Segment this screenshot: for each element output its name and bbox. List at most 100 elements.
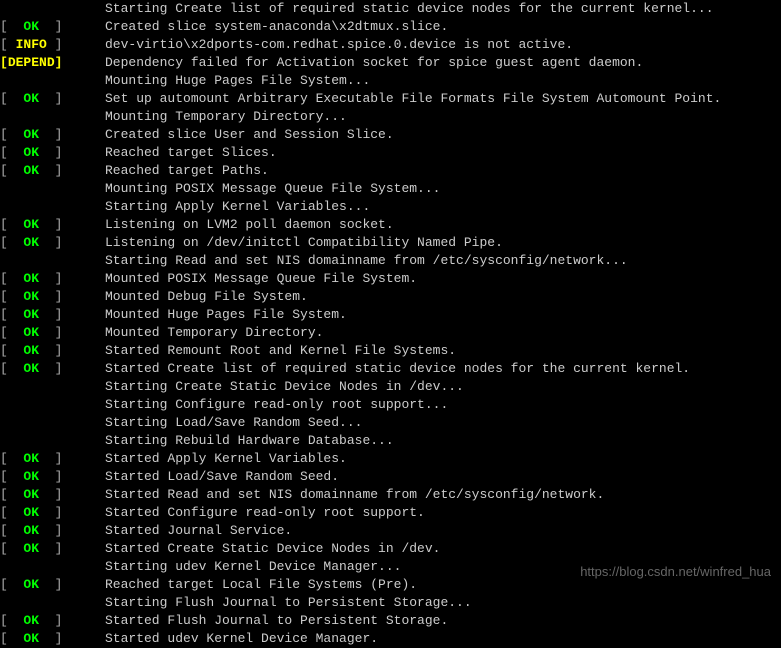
log-status-prefix: [ OK ] (0, 126, 105, 144)
log-message: Reached target Slices. (105, 144, 277, 162)
log-status-prefix: [ OK ] (0, 234, 105, 252)
log-line: [ OK ] Started Flush Journal to Persiste… (0, 612, 781, 630)
log-line: [ OK ] Mounted Debug File System. (0, 288, 781, 306)
log-status-prefix: [ OK ] (0, 360, 105, 378)
log-status-prefix: [ OK ] (0, 270, 105, 288)
watermark-text: https://blog.csdn.net/winfred_hua (580, 563, 771, 581)
log-message: Starting Flush Journal to Persistent Sto… (105, 594, 472, 612)
log-message: Created slice system-anaconda\x2dtmux.sl… (105, 18, 448, 36)
log-status-prefix: [ OK ] (0, 540, 105, 558)
log-line: [ OK ] Mounted Temporary Directory. (0, 324, 781, 342)
log-line: Starting Create Static Device Nodes in /… (0, 378, 781, 396)
log-message: Starting Create list of required static … (105, 0, 714, 18)
log-status-prefix: [ OK ] (0, 576, 105, 594)
log-message: Started Configure read-only root support… (105, 504, 425, 522)
log-status-prefix (0, 558, 105, 576)
log-line: [DEPEND] Dependency failed for Activatio… (0, 54, 781, 72)
log-message: Mounted Temporary Directory. (105, 324, 323, 342)
log-message: Started Journal Service. (105, 522, 292, 540)
log-line: [ OK ] Reached target Paths. (0, 162, 781, 180)
log-status-prefix: [ OK ] (0, 468, 105, 486)
log-line: Starting Rebuild Hardware Database... (0, 432, 781, 450)
log-message: Mounting Temporary Directory... (105, 108, 347, 126)
log-status-prefix: [DEPEND] (0, 54, 105, 72)
log-message: Started Create list of required static d… (105, 360, 690, 378)
log-line: [ OK ] Listening on LVM2 poll daemon soc… (0, 216, 781, 234)
log-message: Listening on LVM2 poll daemon socket. (105, 216, 394, 234)
log-message: Mounted Huge Pages File System. (105, 306, 347, 324)
log-line: [ OK ] Started Apply Kernel Variables. (0, 450, 781, 468)
log-line: Starting Create list of required static … (0, 0, 781, 18)
log-line: [ OK ] Created slice system-anaconda\x2d… (0, 18, 781, 36)
log-status-prefix (0, 378, 105, 396)
log-status-prefix: [ OK ] (0, 630, 105, 648)
log-message: Starting Rebuild Hardware Database... (105, 432, 394, 450)
log-message: Reached target Local File Systems (Pre). (105, 576, 417, 594)
log-message: Started Remount Root and Kernel File Sys… (105, 342, 456, 360)
log-message: Mounting Huge Pages File System... (105, 72, 370, 90)
log-status-prefix: [ OK ] (0, 288, 105, 306)
log-status-prefix: [ OK ] (0, 612, 105, 630)
log-status-prefix (0, 0, 105, 18)
log-line: [ OK ] Mounted POSIX Message Queue File … (0, 270, 781, 288)
log-line: Starting Configure read-only root suppor… (0, 396, 781, 414)
log-message: Starting Apply Kernel Variables... (105, 198, 370, 216)
log-status-prefix: [ OK ] (0, 18, 105, 36)
log-status-prefix (0, 432, 105, 450)
log-status-prefix: [ OK ] (0, 522, 105, 540)
log-status-prefix: [ OK ] (0, 450, 105, 468)
log-line: [ OK ] Started Remount Root and Kernel F… (0, 342, 781, 360)
log-message: Created slice User and Session Slice. (105, 126, 394, 144)
log-line: Starting Load/Save Random Seed... (0, 414, 781, 432)
log-line: [ OK ] Reached target Slices. (0, 144, 781, 162)
log-line: Starting Flush Journal to Persistent Sto… (0, 594, 781, 612)
log-message: Mounting POSIX Message Queue File System… (105, 180, 440, 198)
log-status-prefix (0, 72, 105, 90)
log-status-prefix: [ OK ] (0, 504, 105, 522)
log-message: Starting Create Static Device Nodes in /… (105, 378, 464, 396)
log-status-prefix (0, 108, 105, 126)
log-message: Started udev Kernel Device Manager. (105, 630, 378, 648)
log-line: [ OK ] Started Load/Save Random Seed. (0, 468, 781, 486)
log-message: Listening on /dev/initctl Compatibility … (105, 234, 503, 252)
log-status-prefix (0, 414, 105, 432)
log-message: Dependency failed for Activation socket … (105, 54, 643, 72)
log-status-prefix: [ OK ] (0, 90, 105, 108)
log-message: Started Read and set NIS domainname from… (105, 486, 604, 504)
log-message: Mounted Debug File System. (105, 288, 308, 306)
log-status-prefix: [ OK ] (0, 216, 105, 234)
log-message: Starting udev Kernel Device Manager... (105, 558, 401, 576)
log-line: [ OK ] Mounted Huge Pages File System. (0, 306, 781, 324)
log-message: Reached target Paths. (105, 162, 269, 180)
log-status-prefix (0, 396, 105, 414)
log-line: [ OK ] Started Journal Service. (0, 522, 781, 540)
log-line: [ OK ] Started Create list of required s… (0, 360, 781, 378)
log-line: [ OK ] Started Configure read-only root … (0, 504, 781, 522)
log-status-prefix: [ OK ] (0, 162, 105, 180)
log-message: Started Flush Journal to Persistent Stor… (105, 612, 448, 630)
log-line: [ OK ] Started udev Kernel Device Manage… (0, 630, 781, 648)
log-message: Starting Load/Save Random Seed... (105, 414, 362, 432)
log-status-prefix (0, 594, 105, 612)
log-status-prefix: [ INFO ] (0, 36, 105, 54)
log-line: [ OK ] Set up automount Arbitrary Execut… (0, 90, 781, 108)
log-status-prefix (0, 180, 105, 198)
log-status-prefix: [ OK ] (0, 342, 105, 360)
log-message: Starting Read and set NIS domainname fro… (105, 252, 628, 270)
log-status-prefix: [ OK ] (0, 306, 105, 324)
log-line: [ OK ] Created slice User and Session Sl… (0, 126, 781, 144)
log-line: [ INFO ] dev-virtio\x2dports-com.redhat.… (0, 36, 781, 54)
log-message: Started Create Static Device Nodes in /d… (105, 540, 440, 558)
log-message: Started Load/Save Random Seed. (105, 468, 339, 486)
log-status-prefix (0, 198, 105, 216)
log-line: Mounting POSIX Message Queue File System… (0, 180, 781, 198)
log-status-prefix: [ OK ] (0, 486, 105, 504)
log-line: Mounting Temporary Directory... (0, 108, 781, 126)
log-status-prefix: [ OK ] (0, 324, 105, 342)
log-line: [ OK ] Started Create Static Device Node… (0, 540, 781, 558)
log-line: Starting Read and set NIS domainname fro… (0, 252, 781, 270)
log-message: dev-virtio\x2dports-com.redhat.spice.0.d… (105, 36, 573, 54)
log-message: Mounted POSIX Message Queue File System. (105, 270, 417, 288)
log-status-prefix (0, 252, 105, 270)
log-message: Started Apply Kernel Variables. (105, 450, 347, 468)
